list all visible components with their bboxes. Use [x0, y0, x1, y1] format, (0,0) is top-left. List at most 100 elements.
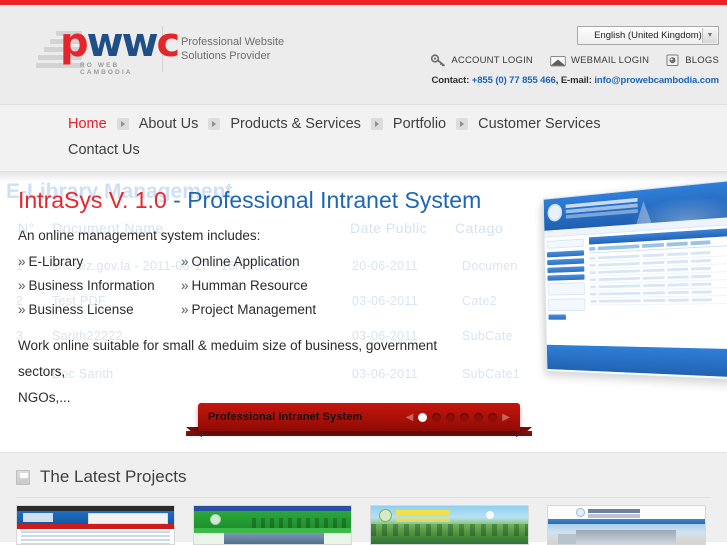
thumb4-header	[548, 506, 705, 519]
feature-label: E-Library	[28, 254, 84, 269]
thumb2-seal-icon	[210, 514, 221, 525]
slider-caption-bar: Professional Intranet System ◀ ▶	[186, 403, 532, 436]
latest-projects-section: The Latest Projects	[0, 452, 727, 545]
project-thumb-1[interactable]	[16, 505, 175, 545]
language-selector[interactable]: English (United Kingdom) ▼	[577, 26, 719, 45]
blog-icon	[666, 54, 679, 66]
slider-dot-5[interactable]	[474, 412, 484, 422]
book-icon	[16, 469, 30, 485]
account-login-link[interactable]: ACCOUNT LOGIN	[431, 54, 533, 67]
header-links: ACCOUNT LOGIN WEBMAIL LOGIN BLOGS	[431, 54, 719, 67]
thumb4-photo	[548, 524, 705, 544]
project-thumb-4[interactable]	[547, 505, 706, 545]
slide-title-description: Professional Intranet System	[187, 187, 482, 213]
slide-title-product: IntraSys V. 1.0	[18, 187, 167, 213]
nav-separator-icon	[456, 118, 469, 130]
thumb3-sun-icon	[486, 511, 494, 519]
thumb2-header	[194, 511, 351, 528]
screenshot-footer	[546, 344, 727, 378]
project-thumb-2[interactable]	[193, 505, 352, 545]
slide-title-dash: -	[166, 187, 188, 213]
screenshot-sidebar	[545, 235, 589, 340]
logo-mark: pwwc RO WEB CAMBODIA	[36, 23, 180, 76]
slider-caption-label: Professional Intranet System	[208, 411, 363, 423]
slider-dot-4[interactable]	[460, 412, 470, 422]
logo-subtext: RO WEB CAMBODIA	[80, 62, 133, 76]
slider-next-arrow-icon[interactable]: ▶	[502, 412, 510, 423]
nav-item-home[interactable]: Home	[66, 111, 109, 137]
webmail-login-label: WEBMAIL LOGIN	[570, 55, 650, 66]
thumb1-body	[17, 529, 174, 544]
slider-pagination: ◀ ▶	[406, 412, 510, 423]
thumb1-header	[17, 511, 174, 524]
hero-slider: E-Library Management N° Document Name Da…	[0, 172, 727, 452]
slide-content: IntraSys V. 1.0 - Professional Intranet …	[18, 186, 508, 411]
slide-footer-line-1: Work online suitable for small & meduim …	[18, 338, 438, 379]
feature-item: » Business License	[18, 302, 181, 317]
chevron-icon: »	[181, 278, 189, 293]
slide-footer-text: Work online suitable for small & meduim …	[18, 333, 488, 411]
webmail-login-link[interactable]: WEBMAIL LOGIN	[550, 55, 649, 67]
nav-separator-icon	[370, 118, 383, 130]
chevron-icon: »	[181, 302, 189, 317]
logo-letter-p: p	[60, 20, 89, 66]
project-thumbnail-list	[16, 505, 727, 545]
chevron-down-icon[interactable]: ▼	[702, 28, 717, 43]
screenshot-body	[544, 225, 727, 344]
logo-lettering: pwwc	[60, 20, 181, 66]
language-selector-value: English (United Kingdom)	[594, 30, 702, 41]
thumb3-title-text	[396, 510, 450, 515]
slide-subtitle: An online management system includes:	[18, 228, 261, 243]
blogs-label: BLOGS	[685, 55, 719, 66]
slider-dot-2[interactable]	[432, 412, 442, 422]
contact-email[interactable]: info@prowebcambodia.com	[594, 75, 719, 86]
chevron-icon: »	[181, 254, 189, 269]
feature-label: Project Management	[191, 302, 317, 317]
thumb3-photo	[371, 506, 528, 544]
key-icon	[431, 54, 446, 67]
screenshot-temple-icon	[635, 200, 652, 225]
intranet-screenshot-preview	[543, 180, 727, 381]
nav-separator-icon	[208, 118, 221, 130]
slider-top-shadow	[0, 172, 727, 182]
contact-middle: , E-mail:	[555, 75, 595, 86]
screenshot-frame	[543, 180, 727, 381]
feature-label: Online Application	[191, 254, 300, 269]
contact-prefix: Contact:	[431, 75, 472, 86]
logo-letter-c: c	[156, 20, 181, 66]
slider-dot-3[interactable]	[446, 412, 456, 422]
slider-prev-arrow-icon[interactable]: ◀	[406, 412, 414, 423]
main-navigation: Home About Us Products & Services Portfo…	[0, 105, 727, 172]
site-header: pwwc RO WEB CAMBODIA Professional Websit…	[0, 5, 727, 105]
feature-item: » Humman Resource	[181, 278, 508, 293]
site-tagline: Professional Website Solutions Provider	[181, 35, 284, 63]
nav-separator-icon	[116, 118, 129, 130]
project-thumb-3[interactable]	[370, 505, 529, 545]
tagline-line-1: Professional Website	[181, 36, 285, 48]
nav-item-portfolio[interactable]: Portfolio	[391, 111, 448, 137]
slider-dot-6[interactable]	[488, 412, 498, 422]
chevron-icon: »	[18, 254, 26, 269]
slide-feature-list: » E-Library » Online Application » Business…	[18, 254, 508, 317]
slider-caption-ribbon: Professional Intranet System ◀ ▶	[198, 403, 520, 431]
nav-item-products-services[interactable]: Products & Services	[228, 111, 363, 137]
site-logo[interactable]: pwwc RO WEB CAMBODIA Professional Websit…	[36, 23, 284, 76]
section-divider	[16, 497, 711, 498]
feature-item: » E-Library	[18, 254, 181, 269]
thumb3-logo-icon	[379, 509, 392, 522]
slider-dot-1[interactable]	[418, 412, 428, 422]
chevron-icon: »	[18, 278, 26, 293]
blogs-link[interactable]: BLOGS	[666, 54, 719, 67]
slide-title: IntraSys V. 1.0 - Professional Intranet …	[18, 186, 508, 214]
nav-item-contact-us[interactable]: Contact Us	[66, 137, 142, 163]
screenshot-seal-icon	[547, 203, 563, 222]
feature-label: Business Information	[28, 278, 155, 293]
nav-item-customer-services[interactable]: Customer Services	[476, 111, 602, 137]
latest-projects-header: The Latest Projects	[16, 467, 727, 487]
ribbon-base-shadow	[186, 431, 532, 436]
logo-letter-w: ww	[86, 20, 159, 66]
nav-item-about-us[interactable]: About Us	[137, 111, 201, 137]
feature-label: Business License	[28, 302, 134, 317]
contact-phone[interactable]: +855 (0) 77 855 466	[472, 75, 556, 86]
feature-label: Humman Resource	[191, 278, 308, 293]
